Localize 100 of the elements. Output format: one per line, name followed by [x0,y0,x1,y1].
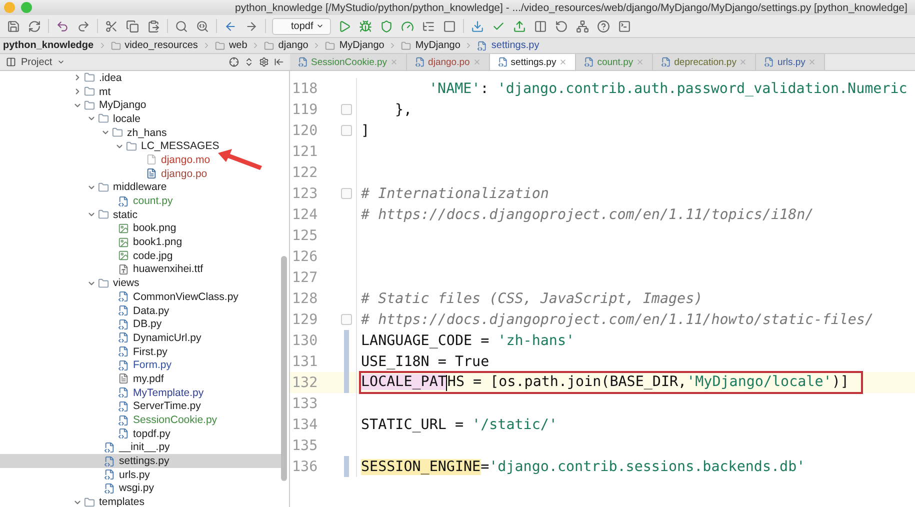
shield-icon[interactable] [379,18,394,34]
project-view-dropdown[interactable]: Project [21,56,52,68]
collapse-icon[interactable] [244,57,254,67]
folder-icon [84,100,95,111]
terminal-icon[interactable] [617,18,632,34]
tree-item[interactable]: zh_hans [127,126,167,139]
python-file-icon [118,360,129,371]
line-number: 120 [291,122,319,138]
folder-icon [84,72,95,84]
python-file-icon [118,428,129,440]
breadcrumb-item[interactable]: settings.py [491,40,540,51]
tree-item[interactable]: static [113,208,138,221]
breadcrumb-item[interactable]: video_resources [124,40,198,51]
editor-tab[interactable]: settings.py [490,54,576,70]
tree-item[interactable]: settings.py [119,455,170,468]
fold-marker[interactable] [340,314,352,325]
line-number: 128 [291,290,319,306]
upload-icon[interactable] [512,18,528,34]
play-icon[interactable] [337,18,352,34]
python-file-icon [661,57,672,67]
undo-icon[interactable] [55,18,70,34]
font-file-icon [118,264,129,275]
tree-item[interactable]: DynamicUrl.py [133,332,202,344]
tree-item[interactable]: book.png [133,222,176,234]
tree-item[interactable]: __init__.py [119,441,170,454]
search-icon[interactable] [174,18,189,34]
hide-panel-icon[interactable] [274,57,284,67]
tree-item[interactable]: CommonViewClass.py [133,290,238,303]
editor-tab[interactable]: deprecation.py [653,54,756,70]
tree-item[interactable]: middleware [113,181,167,194]
editor-tab[interactable]: django.po [407,54,490,70]
help-icon[interactable] [596,18,612,34]
tree-item[interactable]: MyTemplate.py [133,386,204,399]
python-file-icon [477,40,488,50]
tree-item[interactable]: DB.py [133,318,162,330]
tree-item[interactable]: count.py [133,195,173,208]
python-file-icon [118,346,129,358]
revert-icon[interactable] [554,18,570,34]
scrollbar[interactable] [281,256,287,481]
tree-row-selected[interactable]: settings.py [0,454,283,468]
breadcrumb-item[interactable]: django [278,40,308,51]
code-line: # https://docs.djangoproject.com/en/1.11/topics/i18n/ [361,206,814,222]
python-file-icon [104,456,115,467]
dropdown-caret-icon[interactable] [316,22,324,30]
tree-item[interactable]: LC_MESSAGES [141,140,220,152]
search-code-icon[interactable] [195,18,210,34]
tree-item[interactable]: ServerTime.py [133,400,201,412]
tree-item[interactable]: templates [99,496,145,507]
file-icon [146,154,157,166]
paste-icon[interactable] [146,18,161,34]
scissors-icon[interactable] [104,18,119,34]
tree-item[interactable]: mt [99,86,111,98]
tree-item[interactable]: Form.py [133,359,172,372]
columns-icon[interactable] [533,18,548,34]
python-file-icon [118,400,129,412]
line-number: 134 [291,416,319,432]
folder-icon [112,127,123,138]
tree-item[interactable]: SessionCookie.py [133,414,218,426]
gauge-icon[interactable] [400,18,416,34]
tree-item[interactable]: views [113,277,140,290]
bug-icon[interactable] [358,18,374,34]
download-icon[interactable] [470,18,486,34]
redo-icon[interactable] [76,18,91,34]
tree-item[interactable]: huawenxihei.ttf [133,263,204,276]
code-line: STATIC_URL = '/static/' [361,416,558,432]
crosshair-icon[interactable] [229,57,239,67]
tree-item[interactable]: First.py [133,346,168,358]
tree-item[interactable]: .idea [99,72,122,84]
tree-item[interactable]: topdf.py [133,428,170,440]
tree-item[interactable]: django.po [161,168,208,180]
close-icon[interactable] [559,58,568,66]
tree-item[interactable]: my.pdf [133,372,164,385]
stop-icon[interactable] [442,18,458,34]
tree-item[interactable]: urls.py [119,468,150,481]
python-file-icon [118,318,129,330]
breadcrumb-item[interactable]: python_knowledge [3,40,94,51]
breadcrumb-item[interactable]: web [228,40,248,51]
run-config-dropdown[interactable]: topdf [272,18,332,34]
save-icon[interactable] [6,18,21,34]
tree-item[interactable]: MyDjango [99,99,146,112]
python-file-icon [118,196,129,207]
fold-marker[interactable] [340,104,352,115]
code-line: # https://docs.djangoproject.com/en/1.11/howto/static-files/ [361,312,874,328]
tree-item[interactable]: book1.png [133,236,182,248]
tree-item[interactable]: django.mo [161,154,210,166]
tree-item[interactable]: Data.py [133,304,170,317]
editor-tab[interactable]: urls.py [756,54,826,70]
python-file-icon [298,57,308,67]
tree-item[interactable]: wsgi.py [119,482,154,494]
network-icon[interactable] [575,18,590,34]
tree-item[interactable]: code.jpg [133,250,173,262]
settings-icon[interactable] [259,57,269,67]
fold-marker[interactable] [340,125,352,136]
fold-marker[interactable] [340,188,352,199]
dropdown-caret-icon[interactable] [57,58,66,66]
copy-icon[interactable] [125,18,140,34]
breadcrumb-item[interactable]: MyDjango [415,40,460,51]
sync-icon[interactable] [27,18,42,34]
tree-item[interactable]: locale [113,112,140,125]
breadcrumb-item[interactable]: MyDjango [339,40,384,51]
